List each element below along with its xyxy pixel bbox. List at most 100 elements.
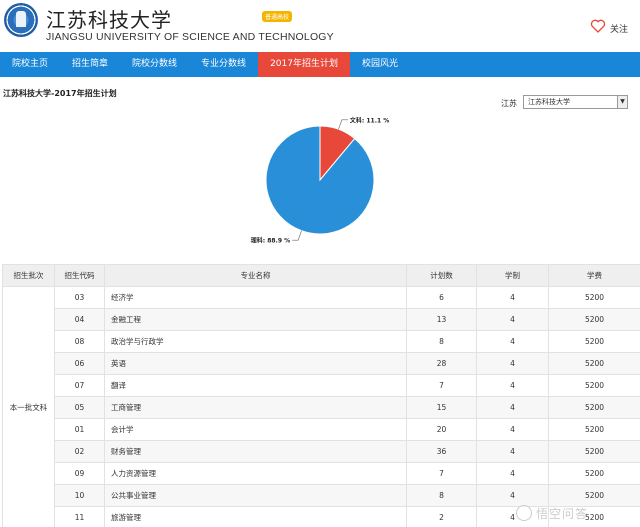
nav-item[interactable]: 专业分数线: [189, 52, 258, 77]
code-cell: 04: [54, 308, 105, 331]
school-select[interactable]: 江苏科技大学 ▼: [523, 95, 628, 109]
table-row: 06 英语 28 4 5200: [3, 352, 640, 375]
major-name-cell: 政治学与行政学: [104, 330, 407, 353]
table-row: 01 会计学 20 4 5200: [3, 418, 640, 441]
code-cell: 06: [54, 352, 105, 375]
major-name-cell: 会计学: [104, 418, 407, 441]
university-logo[interactable]: [4, 3, 38, 37]
major-name-cell: 旅游管理: [104, 506, 407, 527]
fee-cell: 5200: [548, 308, 640, 331]
table-row: 09 人力资源管理 7 4 5200: [3, 462, 640, 485]
watermark-text: 悟空问答: [536, 506, 589, 521]
years-cell: 4: [476, 462, 549, 485]
column-header: 专业名称: [104, 264, 407, 287]
code-cell: 02: [54, 440, 105, 463]
fee-cell: 5200: [548, 330, 640, 353]
province-label: 江苏: [501, 99, 517, 108]
nav-item[interactable]: 招生简章: [60, 52, 120, 77]
school-type-badge: 普通高校: [262, 11, 293, 22]
fee-cell: 5200: [548, 462, 640, 485]
watermark-icon: [516, 505, 532, 521]
table-row: 本一批文科 03 经济学 6 4 5200: [2, 286, 640, 527]
main-nav: 院校主页 招生简章 院校分数线 专业分数线 2017年招生计划 校园风光: [0, 52, 640, 77]
plan-count-cell: 6: [406, 286, 477, 309]
years-cell: 4: [476, 418, 549, 441]
code-cell: 03: [54, 286, 105, 309]
column-header: 招生代码: [54, 264, 105, 287]
code-cell: 07: [54, 374, 105, 397]
nav-item[interactable]: 院校主页: [0, 52, 60, 77]
table-header-row: 招生批次 招生代码 专业名称 计划数 学制 学费: [2, 264, 640, 287]
major-name-cell: 翻译: [104, 374, 407, 397]
table-row: 08 政治学与行政学 8 4 5200: [3, 330, 640, 353]
fee-cell: 5200: [548, 396, 640, 419]
follow-button[interactable]: 关注: [590, 18, 634, 38]
fee-cell: 5200: [548, 374, 640, 397]
major-name-cell: 工商管理: [104, 396, 407, 419]
school-select-value: 江苏科技大学: [528, 98, 570, 106]
major-name-cell: 财务管理: [104, 440, 407, 463]
code-cell: 10: [54, 484, 105, 507]
code-cell: 09: [54, 462, 105, 485]
plan-count-cell: 13: [406, 308, 477, 331]
years-cell: 4: [476, 374, 549, 397]
pie-data-label: 理科: 88.9 %: [251, 237, 290, 245]
code-cell: 05: [54, 396, 105, 419]
plan-count-cell: 15: [406, 396, 477, 419]
plan-title: 江苏科技大学-2017年招生计划: [3, 89, 117, 98]
major-name-cell: 人力资源管理: [104, 462, 407, 485]
plan-count-cell: 8: [406, 330, 477, 353]
enrollment-pie-chart: 文科: 11.1 % 理科: 88.9 %: [251, 116, 390, 245]
logo-mark: [16, 11, 26, 27]
column-header: 学费: [548, 264, 640, 287]
site-header: 江苏科技大学 普通高校 JIANGSU UNIVERSITY OF SCIENC…: [0, 0, 640, 52]
column-header: 招生批次: [2, 264, 55, 287]
nav-item[interactable]: 院校分数线: [120, 52, 189, 77]
years-cell: 4: [476, 352, 549, 375]
plan-count-cell: 20: [406, 418, 477, 441]
years-cell: 4: [476, 286, 549, 309]
nav-item[interactable]: 2017年招生计划: [258, 52, 350, 77]
code-cell: 01: [54, 418, 105, 441]
years-cell: 4: [476, 330, 549, 353]
plan-table-wrap: 招生批次 招生代码 专业名称 计划数 学制 学费 本一批文科 03 经济学 6 4 5200 04 金融…: [2, 264, 640, 527]
table-row: 07 翻译 7 4 5200: [3, 374, 640, 397]
years-cell: 4: [476, 396, 549, 419]
major-name-cell: 经济学: [104, 286, 407, 309]
major-name-cell: 金融工程: [104, 308, 407, 331]
pie-data-label: 文科: 11.1 %: [349, 116, 389, 124]
plan-table: 招生批次 招生代码 专业名称 计划数 学制 学费 本一批文科 03 经济学 6 4 5200 04 金融…: [2, 264, 640, 527]
university-name-cn: 江苏科技大学: [46, 8, 172, 32]
plan-count-cell: 28: [406, 352, 477, 375]
plan-count-cell: 7: [406, 374, 477, 397]
table-row: 04 金融工程 13 4 5200: [3, 308, 640, 331]
follow-label: 关注: [610, 25, 629, 35]
plan-count-cell: 8: [406, 484, 477, 507]
years-cell: 4: [476, 308, 549, 331]
plan-count-cell: 2: [406, 506, 477, 527]
nav-item[interactable]: 校园风光: [350, 52, 410, 77]
pie-leader-line: [292, 230, 302, 241]
batch-cell: 本一批文科: [2, 286, 55, 527]
major-name-cell: 英语: [104, 352, 407, 375]
fee-cell: 5200: [548, 440, 640, 463]
plan-count-cell: 36: [406, 440, 477, 463]
code-cell: 11: [54, 506, 105, 527]
column-header: 计划数: [406, 264, 477, 287]
fee-cell: 5200: [548, 418, 640, 441]
table-row: 02 财务管理 36 4 5200: [3, 440, 640, 463]
code-cell: 08: [54, 330, 105, 353]
major-name-cell: 公共事业管理: [104, 484, 407, 507]
watermark: 悟空问答: [516, 503, 588, 523]
fee-cell: 5200: [548, 352, 640, 375]
table-row: 05 工商管理 15 4 5200: [3, 396, 640, 419]
pie-leader-line: [338, 119, 348, 130]
years-cell: 4: [476, 440, 549, 463]
fee-cell: 5200: [548, 286, 640, 309]
pie-slice[interactable]: [265, 125, 375, 235]
heart-icon: [590, 19, 606, 33]
column-header: 学制: [476, 264, 549, 287]
university-name-en: JIANGSU UNIVERSITY OF SCIENCE AND TECHNO…: [46, 31, 334, 43]
plan-count-cell: 7: [406, 462, 477, 485]
chevron-down-icon[interactable]: ▼: [617, 96, 627, 108]
